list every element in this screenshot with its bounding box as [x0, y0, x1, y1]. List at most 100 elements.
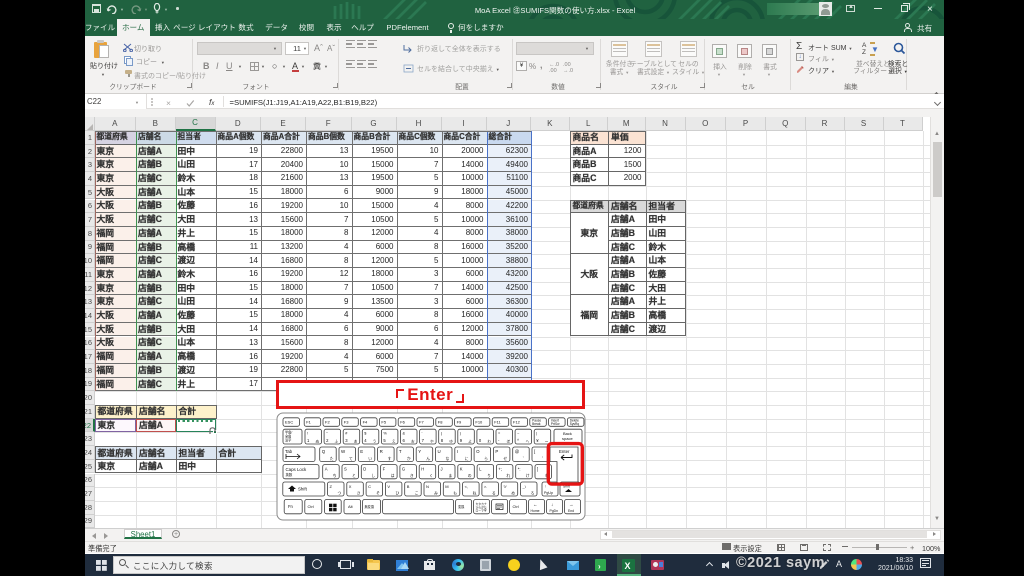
svg-text:ー: ー: [545, 440, 549, 444]
svg-text:ね: ね: [473, 491, 477, 496]
svg-text:ま: ま: [449, 473, 453, 478]
svg-text:F8: F8: [438, 420, 443, 425]
svg-text:゜: ゜: [542, 456, 546, 461]
svg-text:ん: ん: [426, 456, 430, 461]
svg-text:F: F: [383, 467, 386, 472]
svg-text:P: P: [495, 449, 498, 454]
svg-text:つ: つ: [338, 492, 342, 496]
svg-text:T: T: [399, 449, 402, 454]
svg-text:そ: そ: [376, 491, 380, 496]
svg-text:ろ: ろ: [531, 491, 535, 496]
svg-text:←: ←: [533, 502, 538, 507]
svg-text:英数: 英数: [286, 472, 293, 477]
svg-text:え: え: [392, 439, 396, 444]
svg-text:Ctrl: Ctrl: [308, 504, 314, 509]
svg-text:F11: F11: [494, 420, 501, 425]
svg-text:*:: *:: [518, 467, 521, 472]
svg-text:R: R: [380, 449, 383, 454]
svg-text:F6: F6: [400, 420, 405, 425]
svg-text:H: H: [421, 467, 424, 472]
svg-text:た: た: [330, 456, 334, 461]
svg-text:ほ: ほ: [507, 439, 511, 444]
svg-text:は: は: [391, 473, 395, 478]
svg-text:わ: わ: [487, 439, 491, 444]
svg-text:よ: よ: [468, 439, 472, 444]
svg-text:!: !: [307, 432, 308, 436]
svg-text:Fn: Fn: [288, 504, 294, 509]
svg-text:]: ]: [537, 467, 538, 472]
svg-text:↓: ↓: [551, 502, 553, 507]
svg-text:か: か: [407, 456, 411, 461]
svg-text:お: お: [411, 439, 415, 444]
svg-text:O: O: [476, 449, 480, 454]
svg-text:B: B: [407, 484, 410, 489]
svg-text:る: る: [492, 491, 496, 496]
svg-text:F10: F10: [475, 420, 483, 425]
svg-text:S: S: [344, 467, 347, 472]
svg-text:F7: F7: [419, 420, 424, 425]
svg-text:F2: F2: [325, 420, 330, 425]
svg-text:F1: F1: [306, 420, 311, 425]
svg-text:れ: れ: [506, 473, 510, 478]
svg-text:て: て: [349, 457, 353, 461]
svg-text:し: し: [371, 473, 375, 478]
svg-text:り: り: [487, 473, 491, 478]
svg-text:PgUp: PgUp: [544, 491, 553, 495]
svg-text:U: U: [438, 449, 441, 454]
svg-text:+;: +;: [498, 467, 502, 472]
svg-text:み: み: [434, 491, 438, 496]
svg-text:D: D: [363, 467, 366, 472]
svg-text:漢字: 漢字: [285, 438, 291, 443]
svg-text:Q: Q: [322, 449, 326, 454]
svg-text:E: E: [360, 449, 363, 454]
svg-text:い: い: [368, 457, 372, 461]
svg-text:と: と: [352, 473, 356, 478]
svg-text:や: や: [430, 439, 434, 444]
svg-text:く: く: [429, 473, 433, 478]
svg-text:PrtScr: PrtScr: [551, 422, 561, 426]
svg-text:^: ^: [517, 438, 519, 443]
svg-text:V: V: [387, 484, 390, 489]
svg-text:の: の: [468, 474, 472, 478]
svg-text:゛: ゛: [523, 457, 527, 461]
svg-text:Tab: Tab: [285, 449, 293, 454]
svg-text:無変換: 無変換: [365, 504, 375, 509]
svg-text:F5: F5: [381, 420, 386, 425]
svg-text:ち: ち: [333, 473, 337, 478]
svg-text:ひ: ひ: [395, 491, 399, 496]
svg-text:Home: Home: [531, 509, 540, 513]
svg-text:な: な: [446, 456, 450, 461]
svg-text:Enter: Enter: [559, 449, 570, 454]
svg-text:→: →: [569, 502, 574, 507]
svg-text:Ctrl: Ctrl: [513, 504, 519, 509]
svg-text:J: J: [441, 467, 443, 472]
svg-text:space: space: [562, 436, 573, 441]
svg-text:ゆ: ゆ: [449, 440, 453, 444]
svg-text:F12: F12: [513, 420, 521, 425]
svg-text:へ: へ: [526, 440, 530, 444]
svg-text:ローマ字: ローマ字: [476, 509, 487, 513]
svg-text:変換: 変換: [458, 504, 465, 509]
svg-text:Shift: Shift: [298, 487, 308, 492]
svg-text:に: に: [465, 457, 469, 461]
svg-text:A: A: [325, 467, 328, 472]
svg-text:け: け: [526, 473, 530, 478]
svg-text:X: X: [349, 484, 352, 489]
svg-text:>.: >.: [484, 484, 487, 489]
svg-text:ESC: ESC: [285, 420, 293, 425]
svg-text:K: K: [460, 467, 463, 472]
svg-text:I: I: [457, 449, 458, 454]
svg-text:@: @: [515, 449, 520, 454]
svg-text:M: M: [445, 484, 448, 489]
svg-text:|: |: [536, 432, 537, 436]
svg-text:Caps Lock: Caps Lock: [286, 467, 308, 472]
svg-text:う: う: [373, 439, 377, 444]
svg-text:ふ: ふ: [335, 439, 339, 444]
svg-text:F9: F9: [457, 420, 462, 425]
svg-text:こ: こ: [415, 491, 419, 496]
svg-text:さ: さ: [357, 491, 361, 496]
svg-text:PgDn: PgDn: [550, 509, 559, 513]
svg-text:Y: Y: [418, 449, 421, 454]
svg-text:あ: あ: [354, 439, 358, 444]
svg-text:ら: ら: [484, 456, 488, 461]
